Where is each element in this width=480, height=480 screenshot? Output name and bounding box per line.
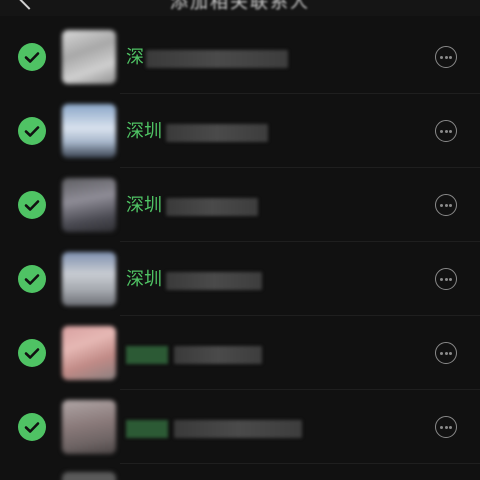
contact-name-prefix: 深圳 — [126, 195, 162, 216]
contact-row[interactable] — [0, 316, 480, 390]
checkmark-icon[interactable] — [18, 413, 46, 441]
checkmark-icon[interactable] — [18, 339, 46, 367]
contact-row[interactable]: 深圳 — [0, 94, 480, 168]
contact-name: 深圳 — [126, 268, 326, 292]
more-options-icon[interactable] — [435, 416, 457, 438]
more-options-icon[interactable] — [435, 342, 457, 364]
avatar — [62, 252, 116, 306]
checkmark-icon[interactable] — [18, 265, 46, 293]
avatar — [62, 104, 116, 158]
avatar — [62, 472, 116, 480]
contact-name — [126, 342, 326, 366]
avatar — [62, 326, 116, 380]
contact-row[interactable]: 深圳 — [0, 242, 480, 316]
contact-row[interactable]: 深 — [0, 20, 480, 94]
contact-row[interactable] — [0, 390, 480, 464]
contact-name-prefix: 深圳 — [126, 269, 162, 290]
contact-name: 深 — [126, 46, 326, 70]
more-options-icon[interactable] — [435, 46, 457, 68]
contact-name-prefix: 深圳 — [126, 121, 162, 142]
contact-row[interactable]: 深圳 — [0, 168, 480, 242]
avatar — [62, 400, 116, 454]
checkmark-icon[interactable] — [18, 43, 46, 71]
more-options-icon[interactable] — [435, 194, 457, 216]
header-bar: 添加相关联系人 — [0, 0, 480, 16]
contact-name — [126, 416, 326, 440]
contact-name: 深圳 — [126, 120, 326, 144]
more-options-icon[interactable] — [435, 120, 457, 142]
contact-name-prefix: 深 — [126, 47, 144, 68]
checkmark-icon[interactable] — [18, 117, 46, 145]
more-options-icon[interactable] — [435, 268, 457, 290]
page-title: 添加相关联系人 — [170, 0, 310, 13]
checkmark-icon[interactable] — [18, 191, 46, 219]
avatar — [62, 30, 116, 84]
avatar — [62, 178, 116, 232]
contact-name: 深圳 — [126, 194, 326, 218]
